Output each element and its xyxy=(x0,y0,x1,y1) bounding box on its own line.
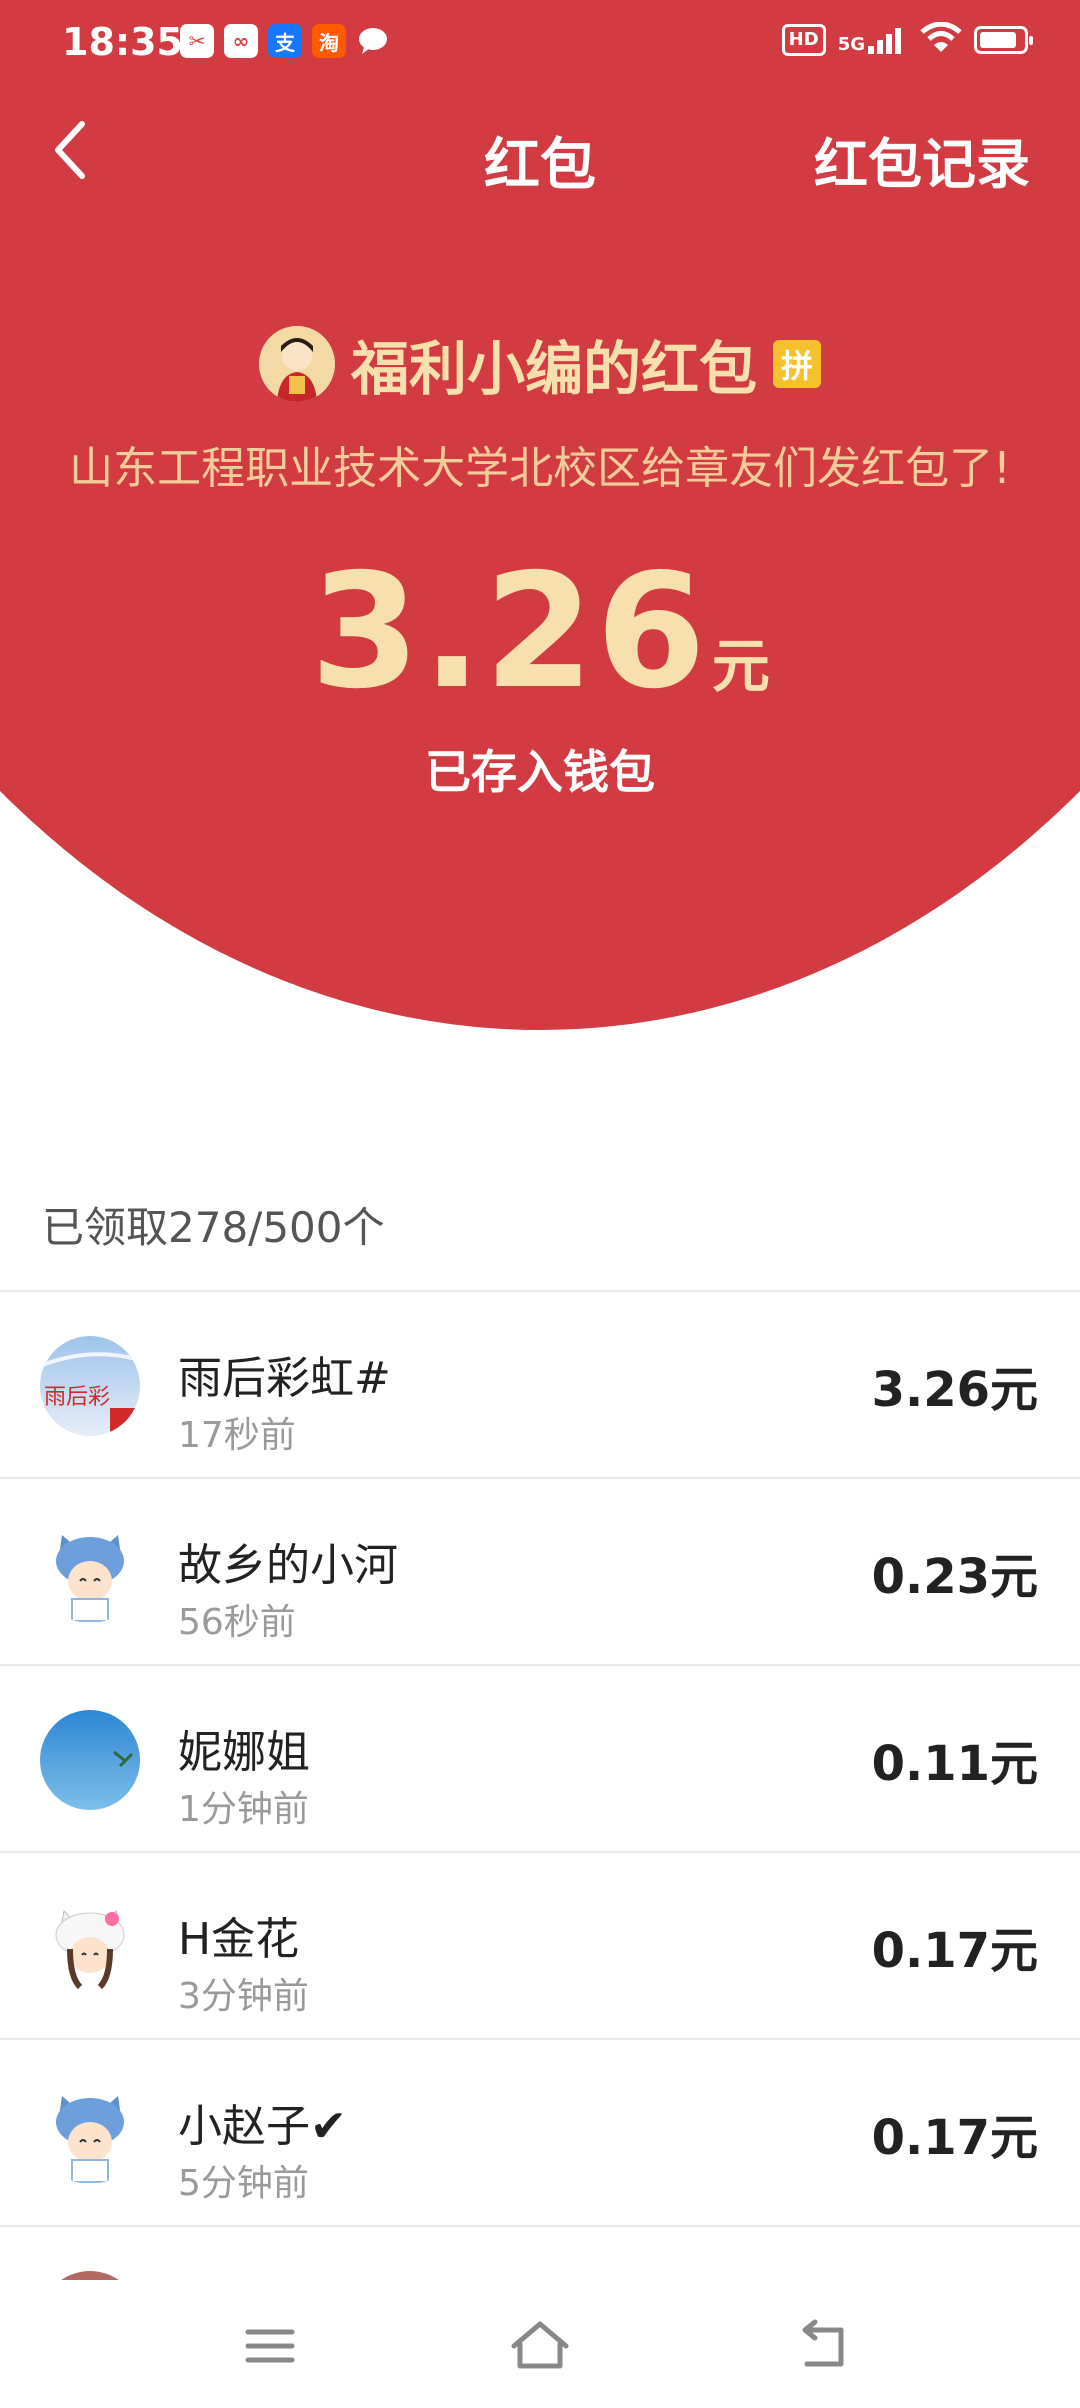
avatar xyxy=(40,1897,140,1997)
alipay-icon: 支 xyxy=(268,24,302,58)
screen: 18:35 ✂ ∞ 支 淘 HD 5G 红包 红包记录 福利小编的红包 拼 山东… xyxy=(0,0,1080,2408)
back-nav-button[interactable] xyxy=(785,2316,865,2376)
battery-icon xyxy=(974,26,1033,54)
hd-badge: HD xyxy=(781,24,826,56)
status-time: 18:35 xyxy=(62,20,183,64)
chevron-left-icon xyxy=(55,121,85,179)
status-app-icons: ✂ ∞ 支 淘 xyxy=(180,24,390,58)
page-title-text: 红包 xyxy=(484,133,596,198)
taobao-icon: 淘 xyxy=(312,24,346,58)
receiver-name: 妮娜姐 xyxy=(178,1727,310,1778)
list-item[interactable]: 雨后彩 雨后彩虹# 17秒前 3.26元 xyxy=(0,1290,1080,1477)
amount-unit: 元 xyxy=(711,632,770,700)
receive-amount: 3.26元 xyxy=(871,1362,1038,1418)
list-item[interactable]: 小赵子✔ 5分钟前 0.17元 xyxy=(0,2038,1080,2225)
status-bar: 18:35 ✂ ∞ 支 淘 HD 5G xyxy=(0,0,1080,86)
receive-amount: 0.17元 xyxy=(871,2110,1038,2166)
message-icon xyxy=(356,24,390,58)
saved-to-wallet-note[interactable]: 已存入钱包 xyxy=(0,736,1080,802)
receive-amount: 0.23元 xyxy=(871,1549,1038,1605)
back-button[interactable] xyxy=(40,110,110,190)
home-button[interactable] xyxy=(500,2316,580,2376)
wifi-icon xyxy=(920,21,962,58)
receiver-name: 小赵子✔ xyxy=(178,2101,347,2152)
app-scissors-icon: ✂ xyxy=(180,24,214,58)
receive-amount: 0.11元 xyxy=(871,1736,1038,1792)
received-amount: 3.26 元 xyxy=(0,540,1080,724)
list-item[interactable]: H金花 3分钟前 0.17元 xyxy=(0,1851,1080,2038)
receive-time: 56秒前 xyxy=(178,1602,296,1643)
receiver-name: 雨后彩虹# xyxy=(178,1353,391,1404)
sender-name: 福利小编的红包 xyxy=(350,335,757,403)
sender-avatar xyxy=(258,326,335,402)
receive-time: 5分钟前 xyxy=(178,2163,309,2204)
home-icon xyxy=(511,2321,569,2369)
greeting-message: 山东工程职业技术大学北校区给章友们发红包了! xyxy=(69,443,1011,494)
svg-text:雨后彩: 雨后彩 xyxy=(44,1385,110,1410)
claimed-count: 已领取278/500个 xyxy=(42,1203,385,1252)
receiver-name: 故乡的小河 xyxy=(178,1540,398,1591)
network-type: 5G xyxy=(837,34,865,55)
status-indicators: HD 5G xyxy=(781,21,1033,58)
battery-level xyxy=(980,32,1016,48)
sender-row: 福利小编的红包 拼 xyxy=(0,322,1080,406)
red-packet-record-button[interactable]: 红包记录 xyxy=(814,120,1030,199)
menu-button[interactable] xyxy=(230,2316,310,2376)
amount-value: 3.26 xyxy=(310,540,708,724)
avatar xyxy=(40,1523,140,1623)
back-icon xyxy=(802,2319,844,2367)
list-item[interactable]: 妮娜姐 1分钟前 0.11元 xyxy=(0,1664,1080,1851)
app-link-icon: ∞ xyxy=(224,24,258,58)
receiver-list: 雨后彩 雨后彩虹# 17秒前 3.26元 故乡的小河 56秒前 0.23元 妮娜… xyxy=(0,1290,1080,2371)
system-navigation-bar xyxy=(0,2280,1080,2408)
avatar xyxy=(40,1710,140,1810)
signal-icon: 5G xyxy=(838,26,908,54)
list-item[interactable]: 故乡的小河 56秒前 0.23元 xyxy=(0,1477,1080,1664)
menu-icon xyxy=(245,2329,295,2363)
receive-time: 17秒前 xyxy=(178,1415,296,1456)
avatar xyxy=(40,2084,140,2184)
receive-time: 1分钟前 xyxy=(178,1789,309,1830)
avatar: 雨后彩 xyxy=(40,1336,140,1436)
receiver-name: H金花 xyxy=(178,1914,300,1965)
receive-amount: 0.17元 xyxy=(871,1923,1038,1979)
group-pin-badge: 拼 xyxy=(773,340,821,388)
receive-time: 3分钟前 xyxy=(178,1976,309,2017)
